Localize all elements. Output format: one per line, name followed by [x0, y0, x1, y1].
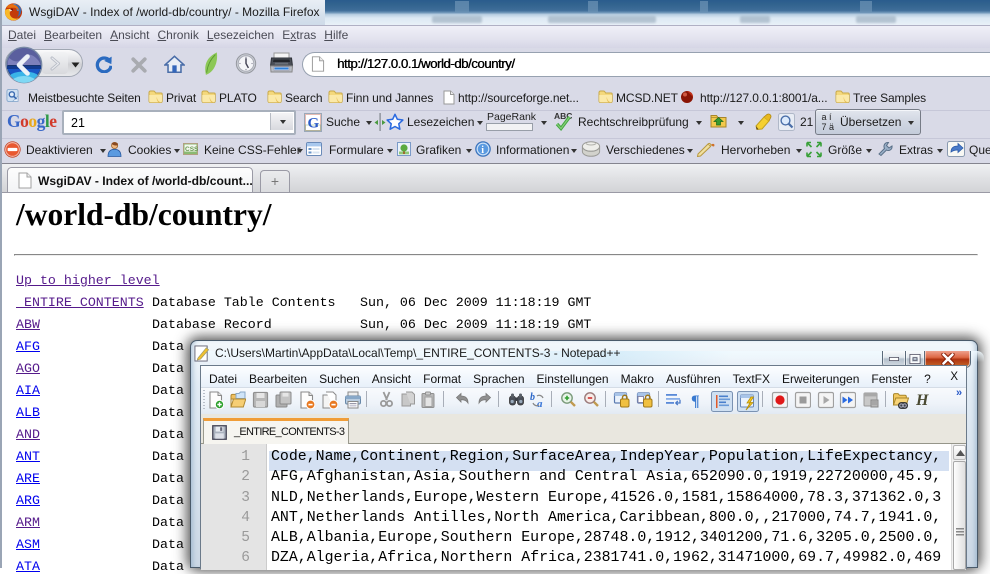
svg-text:a í: a í	[822, 112, 833, 122]
svg-text:¶: ¶	[691, 393, 700, 409]
svg-text:i: i	[481, 145, 484, 156]
svg-text:7 ä: 7 ä	[822, 122, 835, 132]
svg-text:b: b	[530, 392, 535, 403]
svg-text:CSS: CSS	[185, 146, 198, 153]
svg-text:a: a	[537, 398, 543, 409]
svg-text:G: G	[308, 116, 320, 132]
svg-text:H: H	[916, 392, 929, 409]
